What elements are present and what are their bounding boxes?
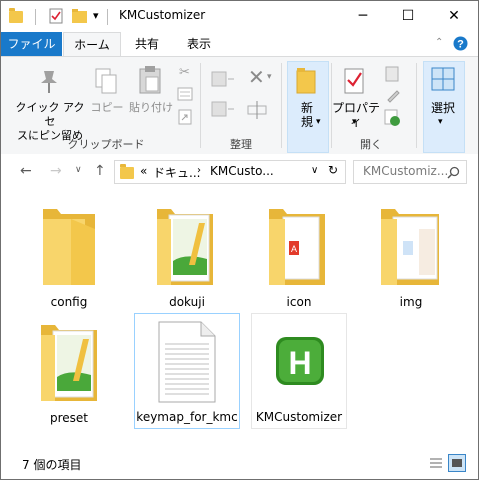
back-arrow-icon[interactable]: ← <box>20 163 32 179</box>
delete-icon[interactable]: ✕ <box>248 65 265 89</box>
group-divider <box>416 63 417 148</box>
divider <box>107 9 108 25</box>
chevron-down-icon[interactable]: ∨ <box>311 165 318 176</box>
svg-text:H: H <box>288 345 311 381</box>
copy-icon <box>95 68 117 94</box>
close-button[interactable]: ✕ <box>431 1 477 32</box>
svg-text:A: A <box>291 244 297 254</box>
open-group-label: 開く <box>360 138 382 151</box>
item-name: dokuji <box>169 295 205 309</box>
address-bar[interactable]: « ドキュ... › KMCusto... ∨ ↻ <box>114 160 346 184</box>
copy-path-icon[interactable] <box>177 87 193 101</box>
divider <box>35 9 36 25</box>
ribbon: クイック アクセ スにピン留め コピー 貼り付け ✂ クリップボード ✕ ▾ 整… <box>1 56 478 155</box>
forward-arrow-icon[interactable]: → <box>50 163 62 179</box>
breadcrumb-overflow[interactable]: « <box>140 164 147 178</box>
tab-file[interactable]: ファイル <box>1 32 62 56</box>
new-label-line1: 新 <box>300 101 313 115</box>
navigation-bar: ← → ∨ ↑ « ドキュ... › KMCusto... ∨ ↻ KMCust… <box>1 154 478 188</box>
new-folder-icon[interactable] <box>72 9 88 23</box>
clipboard-group-label: クリップボード <box>67 138 145 151</box>
breadcrumb-documents[interactable]: ドキュ... <box>153 164 200 181</box>
chevron-right-icon[interactable]: › <box>197 165 201 176</box>
list-item[interactable]: preset <box>17 317 121 429</box>
search-box[interactable]: KMCustomiz... <box>353 160 467 184</box>
quick-access-dropdown[interactable]: ▾ <box>93 9 99 22</box>
properties-icon <box>344 68 364 94</box>
folder-icon <box>43 209 95 285</box>
item-name: config <box>50 295 88 309</box>
svg-text:?: ? <box>457 39 464 51</box>
large-icons-view-icon[interactable] <box>448 454 466 472</box>
refresh-icon[interactable]: ↻ <box>328 163 338 177</box>
maximize-button[interactable]: ☐ <box>385 1 431 32</box>
move-to-icon[interactable] <box>211 69 235 89</box>
up-arrow-icon[interactable]: ↑ <box>94 163 106 179</box>
status-bar: 7 個の項目 <box>1 449 478 479</box>
folder-document-icon: A <box>269 209 325 285</box>
select-icon <box>431 67 455 91</box>
paste-button[interactable]: 貼り付け <box>127 101 175 115</box>
details-view-icon[interactable] <box>427 454 445 472</box>
folder-images-icon <box>41 325 97 401</box>
help-icon[interactable]: ? <box>453 36 468 51</box>
tab-view[interactable]: 表示 <box>173 32 225 56</box>
list-item[interactable]: A icon <box>247 201 351 313</box>
copy-button[interactable]: コピー <box>89 101 125 115</box>
folder-images-icon <box>381 209 439 285</box>
item-name: preset <box>49 411 88 425</box>
title-bar: ▾ KMCustomizer ─ ☐ ✕ <box>1 1 478 32</box>
pin-label-line1: クイック アクセ <box>15 101 85 128</box>
tab-home[interactable]: ホーム <box>63 32 121 57</box>
item-name: keymap_for_kmc <box>136 410 238 424</box>
search-icon <box>447 166 460 179</box>
organize-group-label: 整理 <box>230 138 252 151</box>
paste-shortcut-icon[interactable] <box>178 109 192 125</box>
list-item[interactable]: config <box>17 201 121 313</box>
new-item-icon <box>296 68 316 94</box>
list-item-selected[interactable]: keymap_for_kmc <box>134 313 240 429</box>
item-name: KMCustomizer <box>255 410 343 424</box>
list-item[interactable]: H KMCustomizer <box>251 313 347 429</box>
item-count: 7 個の項目 <box>22 458 82 472</box>
tab-share[interactable]: 共有 <box>121 32 173 56</box>
folder-icon <box>9 8 23 23</box>
item-name: img <box>399 295 423 309</box>
group-divider <box>281 63 282 148</box>
recent-locations-icon[interactable]: ∨ <box>75 165 82 175</box>
minimize-button[interactable]: ─ <box>340 1 386 32</box>
ribbon-tabs: ファイル ホーム 共有 表示 ⌃ ? <box>1 32 478 57</box>
select-label: 選択 <box>430 101 455 115</box>
text-file-icon <box>158 321 216 403</box>
open-icon[interactable] <box>384 65 406 83</box>
collapse-ribbon-icon[interactable]: ⌃ <box>435 37 443 48</box>
pin-icon <box>41 71 57 93</box>
window-title: KMCustomizer <box>119 8 206 22</box>
edit-icon[interactable] <box>385 87 401 103</box>
breadcrumb-kmcustomizer[interactable]: KMCusto... <box>210 164 274 178</box>
paste-icon <box>139 66 161 94</box>
rename-icon[interactable] <box>246 99 268 121</box>
history-icon[interactable] <box>384 109 402 127</box>
folder-icon <box>120 164 134 179</box>
file-list: config dokuji A icon img preset keymap_f… <box>1 189 478 449</box>
explorer-window: ▾ KMCustomizer ─ ☐ ✕ ファイル ホーム 共有 表示 ⌃ ? … <box>0 0 479 480</box>
copy-to-icon[interactable] <box>211 99 235 119</box>
item-name: icon <box>286 295 312 309</box>
cut-icon[interactable]: ✂ <box>179 65 190 80</box>
list-item[interactable]: dokuji <box>135 201 239 313</box>
app-icon: H <box>276 337 324 385</box>
search-input[interactable]: KMCustomiz... <box>363 164 448 178</box>
properties-icon[interactable] <box>49 8 63 24</box>
folder-images-icon <box>157 209 213 285</box>
group-divider <box>200 63 201 148</box>
list-item[interactable]: img <box>359 201 463 313</box>
